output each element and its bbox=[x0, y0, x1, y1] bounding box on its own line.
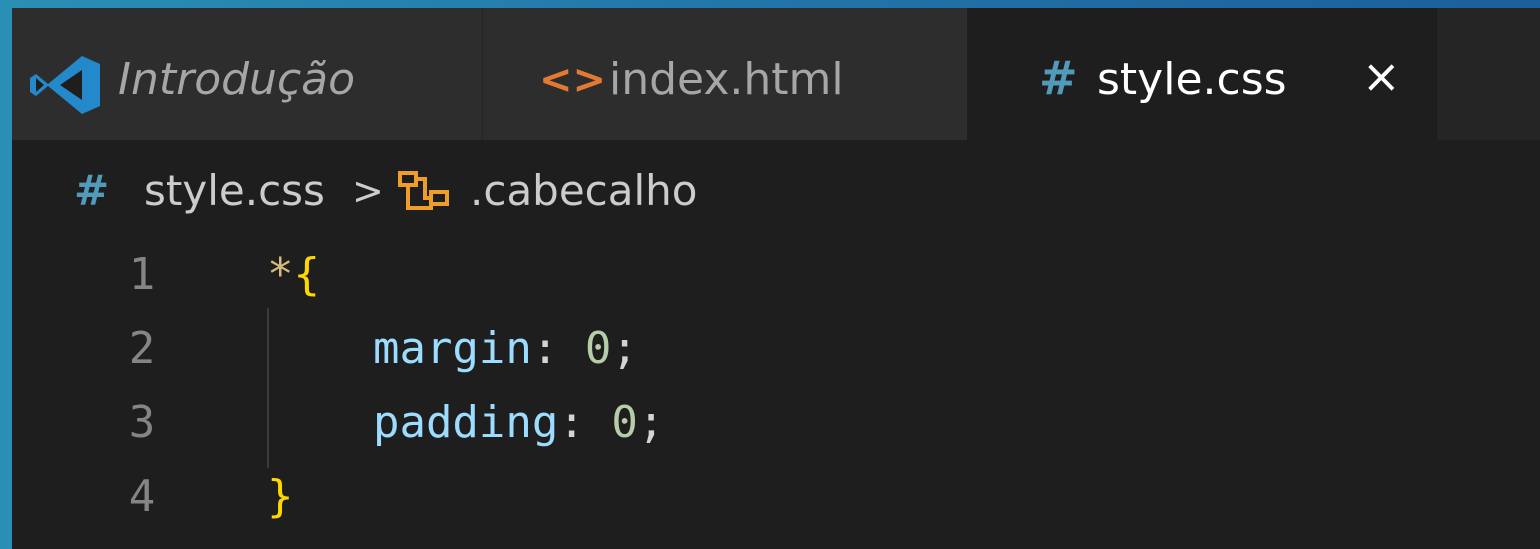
chevron-right-icon: > bbox=[352, 169, 384, 213]
line-number: 2 bbox=[128, 323, 156, 374]
code-token: margin bbox=[267, 323, 532, 374]
code-token: 0 bbox=[611, 397, 638, 448]
code-token: * bbox=[267, 249, 294, 300]
close-icon[interactable]: × bbox=[1362, 48, 1401, 104]
tab-label: style.css bbox=[1097, 54, 1287, 105]
code-text: } bbox=[267, 460, 294, 534]
css-hash-icon: # bbox=[74, 166, 110, 215]
tab-index-html[interactable]: <> index.html bbox=[482, 8, 968, 140]
breadcrumb-file[interactable]: style.css bbox=[144, 166, 325, 216]
tab-label: index.html bbox=[609, 54, 844, 105]
code-text: padding: 0; bbox=[267, 386, 664, 460]
breadcrumb: # style.css > .cabecalho bbox=[12, 158, 1540, 218]
code-token: : bbox=[558, 397, 612, 448]
breadcrumb-symbol[interactable]: .cabecalho bbox=[470, 166, 698, 216]
code-token: ; bbox=[637, 397, 665, 448]
editor-window: Introdução <> index.html # style.css × #… bbox=[12, 8, 1540, 549]
code-token: ; bbox=[611, 323, 638, 374]
line-number: 4 bbox=[128, 471, 156, 522]
code-token: { bbox=[293, 249, 321, 300]
code-line[interactable]: 3 padding: 0; bbox=[12, 386, 1540, 460]
code-line[interactable]: 1 *{ bbox=[12, 238, 1540, 312]
tab-introducao[interactable]: Introdução bbox=[12, 8, 482, 140]
line-number: 1 bbox=[128, 249, 156, 300]
tab-bar: Introdução <> index.html # style.css × bbox=[12, 8, 1540, 140]
code-token: 0 bbox=[584, 323, 612, 374]
code-line[interactable]: 2 margin: 0; bbox=[12, 312, 1540, 386]
code-token: : bbox=[531, 323, 585, 374]
css-hash-icon: # bbox=[1039, 51, 1078, 105]
tab-label: Introdução bbox=[118, 54, 356, 105]
tab-style-css[interactable]: # style.css × bbox=[967, 8, 1437, 140]
line-number: 3 bbox=[128, 397, 156, 448]
html-file-icon: <> bbox=[539, 57, 607, 103]
code-text: *{ bbox=[267, 238, 320, 312]
code-token: } bbox=[267, 471, 294, 522]
code-token: padding bbox=[267, 397, 559, 448]
code-line[interactable]: 4} bbox=[12, 460, 1540, 534]
vscode-logo-icon bbox=[30, 56, 100, 114]
code-text: margin: 0; bbox=[267, 312, 638, 386]
class-symbol-icon bbox=[398, 171, 449, 210]
